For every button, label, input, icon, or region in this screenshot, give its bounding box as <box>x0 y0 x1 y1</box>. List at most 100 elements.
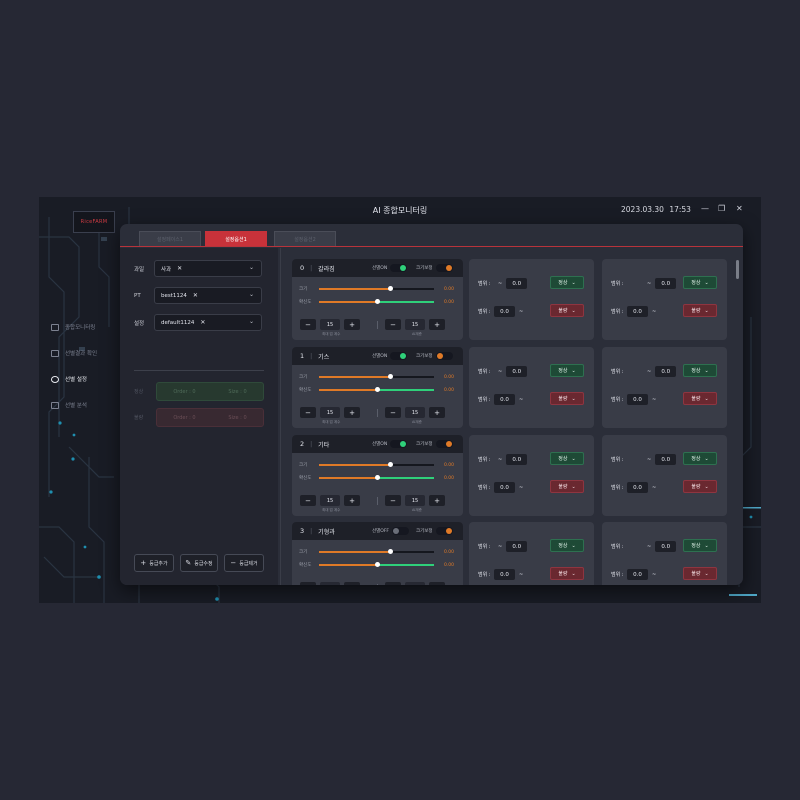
stepper-value[interactable]: 15 <box>405 495 425 506</box>
clear-icon[interactable]: ✕ <box>200 319 205 326</box>
range-min-input[interactable]: 0.0 <box>655 366 677 377</box>
size-toggle[interactable]: 크기보정 <box>416 440 453 448</box>
decrement-button[interactable]: − <box>385 582 401 585</box>
size-toggle[interactable]: 크기보정 <box>416 264 453 272</box>
decrement-button[interactable]: − <box>300 495 316 506</box>
status-normal-dropdown[interactable]: 정상 ⌄ <box>550 276 584 289</box>
range-max-input[interactable]: 0.0 <box>627 394 648 405</box>
range-min-input[interactable]: 0.0 <box>506 366 528 377</box>
range-max-input[interactable]: 0.0 <box>627 306 648 317</box>
size-slider[interactable] <box>319 374 434 379</box>
sidebar-item-results[interactable]: 선별결과 확인 <box>51 349 97 357</box>
status-defect-dropdown[interactable]: 불량 ⌄ <box>683 304 717 317</box>
prob-slider[interactable] <box>319 387 434 392</box>
decrement-button[interactable]: − <box>385 407 401 418</box>
range-min-input[interactable]: 0.0 <box>655 541 677 552</box>
decrement-button[interactable]: − <box>385 319 401 330</box>
status-normal-dropdown[interactable]: 정상 ⌄ <box>683 364 717 377</box>
stepper-value[interactable]: 15 <box>320 495 340 506</box>
status-defect-dropdown[interactable]: 불량 ⌄ <box>550 480 584 493</box>
status-normal-dropdown[interactable]: 정상 ⌄ <box>550 452 584 465</box>
status-normal-dropdown[interactable]: 정상 ⌄ <box>683 452 717 465</box>
select-toggle[interactable]: 선별ON <box>372 352 408 360</box>
select-toggle[interactable]: 선별OFF <box>372 527 409 535</box>
stepper-value[interactable]: 15 <box>405 319 425 330</box>
status-defect-dropdown[interactable]: 불량 ⌄ <box>683 392 717 405</box>
select-switch[interactable] <box>390 440 408 448</box>
increment-button[interactable]: + <box>344 495 360 506</box>
range-max-input[interactable]: 0.0 <box>494 306 515 317</box>
decrement-button[interactable]: − <box>300 407 316 418</box>
sidebar-item-monitoring[interactable]: 종합모니터링 <box>51 323 95 331</box>
grade-row-defect[interactable]: 불량 Order : 0 Size : 0 <box>134 408 264 427</box>
size-slider[interactable] <box>319 286 434 291</box>
tab-option2[interactable]: 설정옵션2 <box>274 231 336 246</box>
sidebar-item-analysis[interactable]: 선별 분석 <box>51 401 87 409</box>
status-defect-dropdown[interactable]: 불량 ⌄ <box>683 480 717 493</box>
minimize-button[interactable]: — <box>701 204 709 213</box>
status-normal-dropdown[interactable]: 정상 ⌄ <box>683 539 717 552</box>
stepper-value[interactable]: 15 <box>405 407 425 418</box>
range-max-input[interactable]: 0.0 <box>494 394 515 405</box>
range-min-input[interactable]: 0.0 <box>655 454 677 465</box>
fruit-select[interactable]: 사과 ✕ ⌄ <box>154 260 262 277</box>
increment-button[interactable]: + <box>429 407 445 418</box>
select-switch[interactable] <box>390 352 408 360</box>
range-max-input[interactable]: 0.0 <box>494 482 515 493</box>
range-max-input[interactable]: 0.0 <box>627 569 648 580</box>
range-min-input[interactable]: 0.0 <box>506 278 528 289</box>
size-switch[interactable] <box>435 527 453 535</box>
add-grade-button[interactable]: + 등급추가 <box>134 554 174 572</box>
range-min-input[interactable]: 0.0 <box>506 454 528 465</box>
prob-slider[interactable] <box>319 475 434 480</box>
clear-icon[interactable]: ✕ <box>177 265 182 272</box>
clear-icon[interactable]: ✕ <box>193 292 198 299</box>
range-max-input[interactable]: 0.0 <box>627 482 648 493</box>
status-normal-dropdown[interactable]: 정상 ⌄ <box>683 276 717 289</box>
edit-grade-button[interactable]: ✎ 등급수정 <box>180 554 218 572</box>
range-max-input[interactable]: 0.0 <box>494 569 515 580</box>
status-normal-dropdown[interactable]: 정상 ⌄ <box>550 539 584 552</box>
prob-slider[interactable] <box>319 562 434 567</box>
setting-select[interactable]: default1124 ✕ ⌄ <box>154 314 262 331</box>
increment-button[interactable]: + <box>344 582 360 585</box>
decrement-button[interactable]: − <box>300 319 316 330</box>
restore-button[interactable]: ❐ <box>718 204 725 213</box>
decrement-button[interactable]: − <box>385 495 401 506</box>
tab-face1[interactable]: 설정페이스1 <box>139 231 201 246</box>
size-toggle[interactable]: 크기보정 <box>416 352 453 360</box>
size-switch[interactable] <box>435 264 453 272</box>
increment-button[interactable]: + <box>429 319 445 330</box>
increment-button[interactable]: + <box>344 319 360 330</box>
prob-slider[interactable] <box>319 299 434 304</box>
stepper-value[interactable]: 15 <box>320 407 340 418</box>
increment-button[interactable]: + <box>429 495 445 506</box>
stepper-value[interactable]: 15 <box>320 319 340 330</box>
select-toggle[interactable]: 선별ON <box>372 264 408 272</box>
scrollbar[interactable] <box>736 260 739 279</box>
pt-select[interactable]: best1124 ✕ ⌄ <box>154 287 262 304</box>
select-switch[interactable] <box>392 527 409 535</box>
select-switch[interactable] <box>390 264 408 272</box>
status-defect-dropdown[interactable]: 불량 ⌄ <box>550 392 584 405</box>
status-normal-dropdown[interactable]: 정상 ⌄ <box>550 364 584 377</box>
status-defect-dropdown[interactable]: 불량 ⌄ <box>683 567 717 580</box>
tab-option1[interactable]: 설정옵션1 <box>205 231 267 246</box>
stepper-value[interactable]: 15 <box>320 582 340 585</box>
close-button[interactable]: ✕ <box>736 204 743 213</box>
size-switch[interactable] <box>435 352 453 360</box>
decrement-button[interactable]: − <box>300 582 316 585</box>
grade-row-normal[interactable]: 정상 Order : 0 Size : 0 <box>134 382 264 401</box>
increment-button[interactable]: + <box>344 407 360 418</box>
size-slider[interactable] <box>319 549 434 554</box>
select-toggle[interactable]: 선별ON <box>372 440 408 448</box>
size-slider[interactable] <box>319 462 434 467</box>
status-defect-dropdown[interactable]: 불량 ⌄ <box>550 567 584 580</box>
stepper-value[interactable]: 15 <box>405 582 425 585</box>
remove-grade-button[interactable]: − 등급제거 <box>224 554 264 572</box>
size-toggle[interactable]: 크기보정 <box>416 527 453 535</box>
range-min-input[interactable]: 0.0 <box>506 541 528 552</box>
increment-button[interactable]: + <box>429 582 445 585</box>
sidebar-item-sort-settings[interactable]: 선별 설정 <box>51 375 87 383</box>
range-min-input[interactable]: 0.0 <box>655 278 677 289</box>
